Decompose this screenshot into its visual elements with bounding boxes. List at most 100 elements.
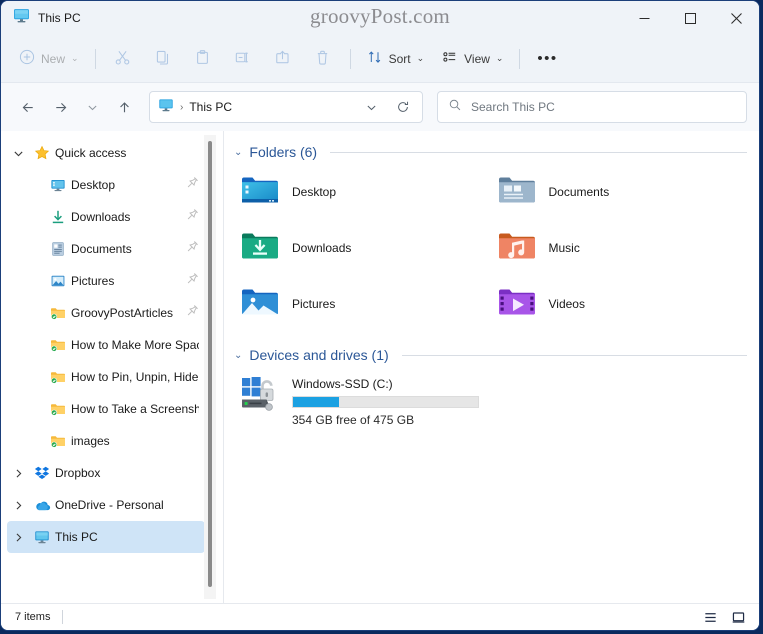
back-button[interactable] bbox=[13, 92, 43, 122]
refresh-button[interactable] bbox=[390, 94, 416, 120]
sidebar-item-label: Downloads bbox=[71, 210, 131, 224]
folder-tile[interactable]: Videos bbox=[491, 281, 748, 326]
chevron-right-icon[interactable] bbox=[7, 500, 29, 511]
downloads-icon bbox=[45, 209, 71, 225]
minimize-button[interactable] bbox=[621, 1, 667, 35]
sidebar-item-how-to-make-more-space-av[interactable]: How to Make More Space Av bbox=[7, 329, 205, 361]
folder-tile[interactable]: Documents bbox=[491, 169, 748, 214]
sidebar-item-quick-access[interactable]: Quick access bbox=[7, 137, 205, 169]
pin-icon[interactable] bbox=[186, 304, 199, 322]
item-count-label: 7 items bbox=[15, 611, 51, 623]
sidebar-item-desktop[interactable]: Desktop bbox=[7, 169, 205, 201]
folder-tile-label: Pictures bbox=[292, 296, 336, 311]
sidebar-item-label: How to Make More Space Av bbox=[71, 338, 199, 352]
folder-synced-icon bbox=[45, 369, 71, 385]
sort-arrows-icon bbox=[367, 49, 383, 68]
view-button[interactable]: View ⌄ bbox=[434, 43, 511, 75]
folder-tile[interactable]: Downloads bbox=[234, 225, 491, 270]
group-divider-line bbox=[401, 354, 747, 356]
chevron-down-icon: ⌄ bbox=[416, 53, 425, 63]
documents-icon bbox=[45, 241, 71, 257]
chevron-down-icon: ⌄ bbox=[495, 53, 504, 63]
address-bar[interactable]: › This PC bbox=[149, 91, 423, 123]
new-button[interactable]: New ⌄ bbox=[11, 43, 87, 75]
sidebar-item-documents[interactable]: Documents bbox=[7, 233, 205, 265]
recent-locations-button[interactable] bbox=[77, 92, 107, 122]
forward-button[interactable] bbox=[45, 92, 75, 122]
desktop-icon bbox=[45, 177, 71, 193]
cut-button[interactable] bbox=[104, 43, 142, 75]
folder-tile-label: Desktop bbox=[292, 184, 337, 199]
chevron-down-icon[interactable] bbox=[7, 148, 29, 159]
documents-folder-icon bbox=[497, 173, 537, 211]
sidebar-item-groovypostarticles[interactable]: GroovyPostArticles bbox=[7, 297, 205, 329]
search-box[interactable]: Search This PC bbox=[437, 91, 747, 123]
dropbox-icon bbox=[29, 465, 55, 481]
sidebar-item-how-to-take-a-screenshot-on[interactable]: How to Take a Screenshot on bbox=[7, 393, 205, 425]
copy-button[interactable] bbox=[144, 43, 182, 75]
paste-icon bbox=[194, 49, 211, 69]
sidebar-item-downloads[interactable]: Downloads bbox=[7, 201, 205, 233]
folder-tile-label: Videos bbox=[548, 296, 585, 311]
pin-icon[interactable] bbox=[186, 176, 199, 194]
sidebar-item-label: How to Pin, Unpin, Hide, and bbox=[71, 370, 199, 384]
chevron-down-icon[interactable]: ⌄ bbox=[234, 350, 242, 361]
drive-item[interactable]: Windows-SSD (C:) 354 GB free of 475 GB bbox=[234, 372, 524, 431]
drive-name: Windows-SSD (C:) bbox=[292, 377, 393, 391]
drive-usage-bar bbox=[292, 396, 479, 408]
sidebar-item-onedrive-personal[interactable]: OneDrive - Personal bbox=[7, 489, 205, 521]
folders-group-header[interactable]: ⌄ Folders (6) bbox=[234, 139, 747, 165]
devices-group-header[interactable]: ⌄ Devices and drives (1) bbox=[234, 342, 747, 368]
navigation-scrollbar-thumb[interactable] bbox=[208, 141, 212, 587]
paste-button[interactable] bbox=[184, 43, 222, 75]
folder-tile[interactable]: Desktop bbox=[234, 169, 491, 214]
breadcrumb-separator: › bbox=[180, 101, 184, 113]
pictures-folder-icon bbox=[240, 285, 280, 323]
sidebar-item-label: Pictures bbox=[71, 274, 115, 288]
pin-icon[interactable] bbox=[186, 240, 199, 258]
navigation-bar: › This PC Search This PC bbox=[1, 83, 759, 131]
share-button[interactable] bbox=[264, 43, 302, 75]
folder-tile[interactable]: Music bbox=[491, 225, 748, 270]
sort-button[interactable]: Sort ⌄ bbox=[359, 43, 433, 75]
trash-icon bbox=[314, 49, 331, 69]
rename-icon bbox=[234, 49, 251, 69]
pin-icon[interactable] bbox=[186, 272, 199, 290]
delete-button[interactable] bbox=[304, 43, 342, 75]
sidebar-item-label: OneDrive - Personal bbox=[55, 498, 164, 512]
downloads-folder-icon bbox=[240, 229, 280, 267]
sidebar-item-this-pc[interactable]: This PC bbox=[7, 521, 205, 553]
status-bar: 7 items bbox=[1, 603, 759, 630]
share-icon bbox=[274, 49, 291, 69]
title-bar: This PC groovyPost.com bbox=[1, 1, 759, 35]
view-button-label: View bbox=[464, 51, 490, 66]
more-options-icon: ••• bbox=[537, 50, 558, 67]
maximize-button[interactable] bbox=[667, 1, 713, 35]
desktop-folder-icon bbox=[240, 173, 280, 211]
more-options-button[interactable]: ••• bbox=[528, 43, 566, 75]
close-button[interactable] bbox=[713, 1, 759, 35]
window-title-area: This PC bbox=[1, 7, 81, 29]
large-icons-view-icon[interactable] bbox=[725, 606, 751, 628]
plus-circle-icon bbox=[19, 49, 35, 68]
rename-button[interactable] bbox=[224, 43, 262, 75]
sidebar-item-label: Quick access bbox=[55, 146, 127, 160]
drive-usage-fill bbox=[293, 397, 340, 407]
sidebar-item-dropbox[interactable]: Dropbox bbox=[7, 457, 205, 489]
navigation-scrollbar[interactable] bbox=[204, 135, 216, 599]
folder-tile[interactable]: Pictures bbox=[234, 281, 491, 326]
up-button[interactable] bbox=[109, 92, 139, 122]
details-view-icon[interactable] bbox=[697, 606, 723, 628]
sidebar-item-images[interactable]: images bbox=[7, 425, 205, 457]
chevron-down-icon[interactable]: ⌄ bbox=[234, 147, 242, 158]
chevron-right-icon[interactable] bbox=[7, 468, 29, 479]
chevron-right-icon[interactable] bbox=[7, 532, 29, 543]
sidebar-item-how-to-pin-unpin-hide-and[interactable]: How to Pin, Unpin, Hide, and bbox=[7, 361, 205, 393]
this-pc-monitor-icon bbox=[158, 97, 174, 118]
drive-info: Windows-SSD (C:) 354 GB free of 475 GB bbox=[292, 376, 479, 427]
chevron-down-icon: ⌄ bbox=[71, 53, 79, 63]
breadcrumb-path[interactable]: This PC bbox=[189, 100, 232, 114]
sidebar-item-pictures[interactable]: Pictures bbox=[7, 265, 205, 297]
address-dropdown-button[interactable] bbox=[358, 94, 384, 120]
pin-icon[interactable] bbox=[186, 208, 199, 226]
